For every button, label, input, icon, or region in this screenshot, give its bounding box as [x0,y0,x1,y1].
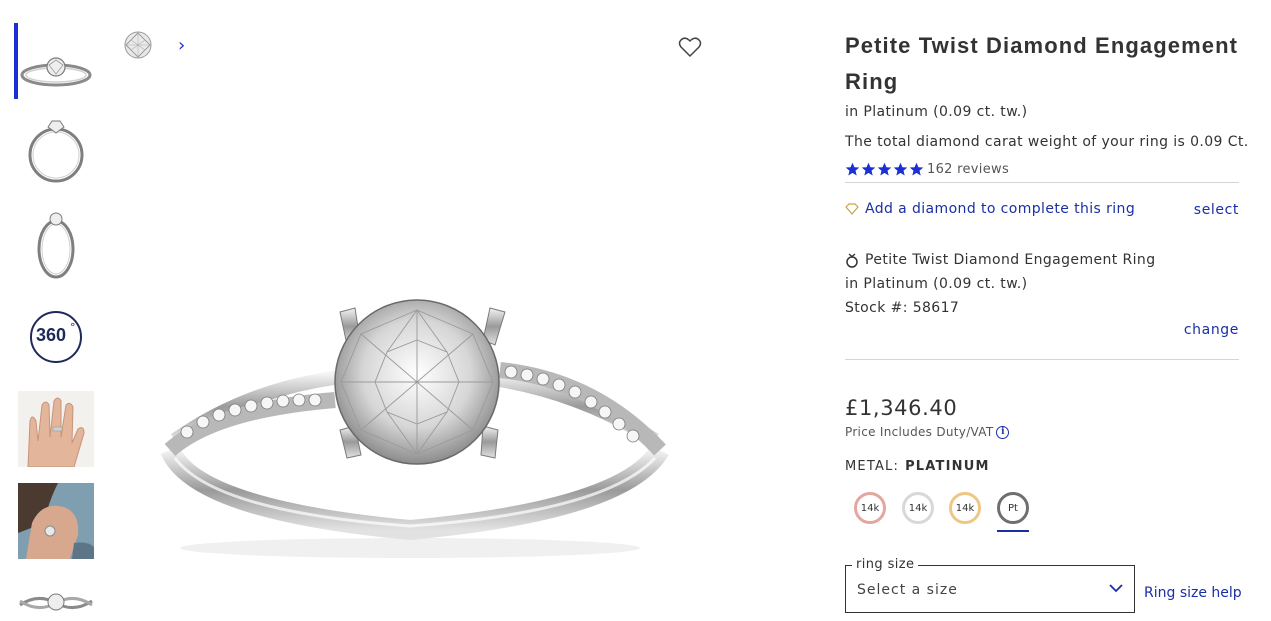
ring-size-legend: ring size [852,557,919,573]
metal-swatch-platinum[interactable]: Pt [997,492,1029,524]
metal-swatch-14k-rose[interactable]: 14k [854,492,886,524]
thumbnail-rail: 360 ° [0,0,100,621]
thumbnail-ring-front[interactable] [18,23,94,99]
star-icon [893,162,908,176]
selected-swatch-underline [997,530,1029,532]
divider [845,359,1239,360]
star-icon [909,162,924,176]
star-rating [845,162,924,177]
ring-side-thumbnail-image [28,120,84,183]
ring-size-value: Select a size [857,582,958,598]
360-label: 360 [36,325,67,345]
heart-icon [678,37,702,58]
duty-note: Price Includes Duty/VAT i [845,425,1010,439]
reviews-link[interactable]: 162 reviews [927,162,1009,177]
thumbnail-360-view[interactable]: 360 ° [18,299,94,375]
select-link[interactable]: select [1194,202,1239,218]
degree-symbol: ° [70,321,76,334]
star-icon [877,162,892,176]
ring-size-select[interactable]: ring size Select a size [845,557,1135,613]
model-photo-image [18,483,94,559]
ring-top-thumbnail-image [19,593,93,611]
main-product-image [155,290,675,560]
duty-note-text: Price Includes Duty/VAT [845,425,994,439]
selected-setting: Petite Twist Diamond Engagement Ring in … [845,248,1155,320]
metal-label: METAL: PLATINUM [845,459,990,474]
thumbnail-ring-side[interactable] [18,115,94,191]
diamond-view-button[interactable] [123,30,153,60]
metal-selected-value: PLATINUM [905,459,990,474]
hand-photo-image [18,391,94,467]
ring-icon [846,253,858,268]
ring-size-help-link[interactable]: Ring size help [1144,585,1242,601]
setting-metal: in Platinum (0.09 ct. tw.) [845,276,1028,292]
add-diamond-link[interactable]: Add a diamond to complete this ring [845,201,1135,217]
metal-label-text: METAL: [845,459,900,474]
setting-name: Petite Twist Diamond Engagement Ring [865,252,1156,268]
star-icon [861,162,876,176]
add-diamond-label: Add a diamond to complete this ring [865,201,1136,217]
ring-front-thumbnail-image [20,57,92,87]
ring-angle-thumbnail-image [37,212,75,279]
thumbnail-ring-on-model[interactable] [18,483,94,559]
metal-swatch-14k-white[interactable]: 14k [902,492,934,524]
chevron-down-icon [1109,584,1123,593]
setting-name-row: Petite Twist Diamond Engagement Ring [845,248,1155,272]
wishlist-heart-button[interactable] [678,36,702,58]
star-icon [845,162,860,176]
product-title: Petite Twist Diamond Engagement Ring [845,33,1239,94]
info-icon[interactable]: i [996,425,1010,439]
next-image-arrow[interactable]: › [178,36,185,56]
rating-summary: 162 reviews [845,162,1009,177]
price: £1,346.40 [845,396,958,420]
thumbnail-ring-on-hand[interactable] [18,391,94,467]
ring-product-image [160,299,669,558]
metal-swatch-14k-yellow[interactable]: 14k [949,492,981,524]
product-subtitle: in Platinum (0.09 ct. tw.) [845,104,1028,120]
thumbnail-ring-angle[interactable] [18,207,94,283]
carat-weight-note: The total diamond carat weight of your r… [845,134,1249,150]
change-link[interactable]: change [1184,322,1239,338]
stock-number: Stock #: 58617 [845,300,960,316]
diamond-outline-icon [845,203,859,215]
thumbnail-ring-top[interactable] [18,575,94,621]
diamond-icon [124,31,152,59]
divider [845,182,1239,183]
